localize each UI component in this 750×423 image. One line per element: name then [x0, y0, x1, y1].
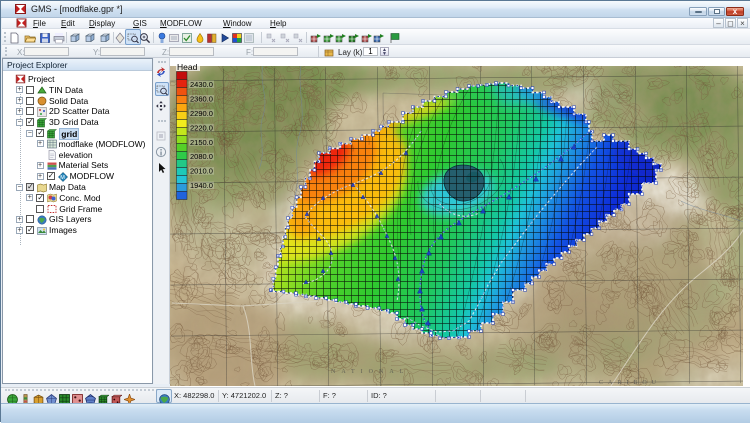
svg-text:2220.0: 2220.0 [190, 123, 213, 132]
svg-text:CARIBOU: CARIBOU [599, 380, 661, 386]
svg-text:2360.0: 2360.0 [190, 95, 213, 104]
svg-text:NATIONAL: NATIONAL [331, 369, 409, 375]
svg-text:Head: Head [177, 62, 198, 72]
svg-text:2430.0: 2430.0 [190, 80, 213, 89]
svg-text:2080.0: 2080.0 [190, 152, 213, 161]
svg-text:1940.0: 1940.0 [190, 181, 213, 190]
svg-text:M: M [60, 175, 65, 181]
svg-text:2150.0: 2150.0 [190, 138, 213, 147]
svg-text:2290.0: 2290.0 [190, 109, 213, 118]
svg-text:2010.0: 2010.0 [190, 167, 213, 176]
